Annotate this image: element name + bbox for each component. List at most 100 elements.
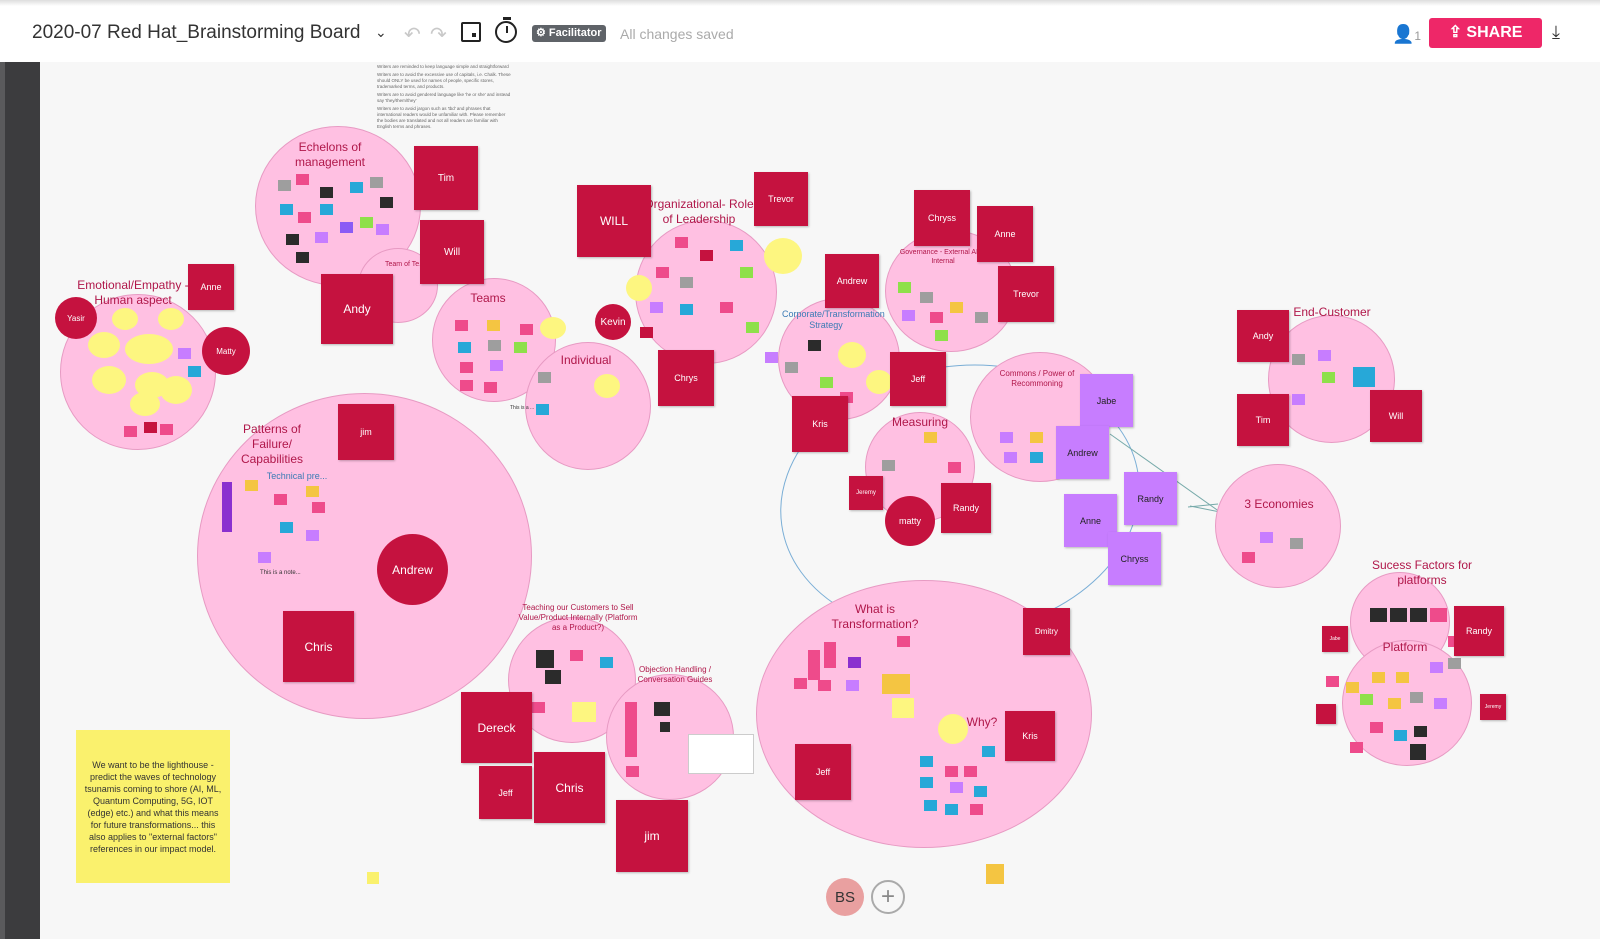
round-note[interactable] bbox=[866, 370, 892, 394]
small-note[interactable] bbox=[902, 310, 915, 321]
small-note[interactable] bbox=[730, 240, 743, 251]
small-note[interactable] bbox=[1390, 608, 1407, 622]
cluster-title-measuring[interactable]: Measuring bbox=[880, 415, 960, 430]
small-note[interactable] bbox=[1370, 608, 1387, 622]
round-note[interactable] bbox=[125, 334, 173, 364]
cluster-title-corporate[interactable]: Corporate/Transformation Strategy bbox=[782, 309, 885, 331]
small-note[interactable] bbox=[746, 322, 759, 333]
tiny-orange-note[interactable] bbox=[986, 864, 1004, 884]
cluster-title-technical[interactable]: Technical pre... bbox=[262, 471, 332, 482]
small-note[interactable] bbox=[930, 312, 943, 323]
small-note[interactable] bbox=[376, 224, 389, 235]
small-note[interactable] bbox=[640, 327, 653, 338]
small-note[interactable] bbox=[320, 204, 333, 215]
small-note[interactable] bbox=[258, 552, 271, 563]
cluster-title-success[interactable]: Sucess Factors for platforms bbox=[1370, 558, 1474, 588]
small-note[interactable] bbox=[278, 180, 291, 191]
board-canvas[interactable]: Writers are reminded to keep language si… bbox=[40, 62, 1600, 939]
small-note[interactable] bbox=[924, 800, 937, 811]
cluster-title-platform[interactable]: Platform bbox=[1380, 640, 1430, 655]
cluster-title-transformation[interactable]: What is Transformation? bbox=[825, 602, 925, 632]
small-note[interactable] bbox=[458, 342, 471, 353]
chevron-down-icon[interactable]: ⌄ bbox=[375, 24, 387, 41]
small-note[interactable] bbox=[945, 804, 958, 815]
small-note[interactable] bbox=[898, 282, 911, 293]
small-note[interactable] bbox=[306, 486, 319, 497]
frame-icon[interactable] bbox=[461, 22, 481, 42]
cluster-title-patterns[interactable]: Patterns of Failure/ Capabilities bbox=[225, 422, 319, 467]
small-note[interactable] bbox=[660, 722, 670, 732]
small-text-note[interactable]: This is a ... bbox=[510, 405, 534, 411]
small-note[interactable] bbox=[846, 680, 859, 691]
sticky-tiny[interactable] bbox=[1316, 704, 1336, 724]
small-note[interactable] bbox=[484, 382, 497, 393]
small-note[interactable] bbox=[532, 702, 545, 713]
small-note[interactable] bbox=[312, 502, 325, 513]
small-note[interactable] bbox=[1292, 354, 1305, 365]
small-note[interactable] bbox=[808, 650, 820, 680]
small-note[interactable] bbox=[794, 678, 807, 689]
small-note[interactable] bbox=[1000, 432, 1013, 443]
small-note[interactable] bbox=[1360, 694, 1373, 705]
dot-andrew[interactable]: Andrew bbox=[377, 534, 448, 605]
small-note[interactable] bbox=[1030, 452, 1043, 463]
small-note[interactable] bbox=[882, 674, 910, 694]
sticky-randy[interactable]: Randy bbox=[1124, 472, 1177, 525]
dot-matty[interactable]: Matty bbox=[202, 327, 250, 375]
small-note[interactable] bbox=[536, 650, 554, 668]
small-note[interactable] bbox=[600, 657, 613, 668]
cluster-title-why[interactable]: Why? bbox=[962, 715, 1002, 730]
cluster-title-objection[interactable]: Objection Handling / Conversation Guides bbox=[630, 665, 720, 685]
round-note[interactable] bbox=[540, 317, 566, 339]
small-note[interactable] bbox=[306, 530, 319, 541]
small-note[interactable] bbox=[970, 804, 983, 815]
small-note[interactable] bbox=[982, 746, 995, 757]
sticky-jeremy[interactable]: Jeremy bbox=[849, 476, 883, 510]
round-note[interactable] bbox=[838, 342, 866, 368]
small-note[interactable] bbox=[920, 292, 933, 303]
small-note[interactable] bbox=[188, 366, 201, 377]
small-note[interactable] bbox=[1396, 672, 1409, 683]
sticky-andy[interactable]: Andy bbox=[321, 274, 393, 344]
sticky-kris-2[interactable]: Kris bbox=[1005, 711, 1055, 761]
small-note[interactable] bbox=[538, 372, 551, 383]
small-note[interactable] bbox=[626, 766, 639, 777]
small-note[interactable] bbox=[1430, 662, 1443, 673]
small-note[interactable] bbox=[680, 277, 693, 288]
small-note[interactable] bbox=[675, 237, 688, 248]
sticky-trevor-2[interactable]: Trevor bbox=[998, 266, 1054, 322]
small-note[interactable] bbox=[765, 352, 778, 363]
round-note[interactable] bbox=[92, 366, 126, 394]
user-count-indicator[interactable]: 👤1 bbox=[1392, 24, 1421, 45]
redo-icon[interactable]: ↷ bbox=[430, 22, 447, 47]
cluster-title-governance[interactable]: Governance - External AND Internal bbox=[898, 248, 988, 266]
small-note[interactable] bbox=[964, 766, 977, 777]
small-note[interactable] bbox=[688, 734, 754, 774]
small-note[interactable] bbox=[1370, 722, 1383, 733]
cluster-title-individual[interactable]: Individual bbox=[555, 353, 617, 368]
cluster-title-commons[interactable]: Commons / Power of Recommoning bbox=[990, 369, 1084, 389]
small-note[interactable] bbox=[720, 302, 733, 313]
small-note[interactable] bbox=[460, 380, 473, 391]
small-note[interactable] bbox=[808, 340, 821, 351]
sticky-jeremy-2[interactable]: Jeremy bbox=[1480, 694, 1506, 720]
small-note[interactable] bbox=[178, 348, 191, 359]
small-note[interactable] bbox=[656, 267, 669, 278]
sticky-jabe-2[interactable]: Jabe bbox=[1322, 626, 1348, 652]
small-note[interactable] bbox=[286, 234, 299, 245]
small-note[interactable] bbox=[974, 786, 987, 797]
small-note[interactable] bbox=[848, 657, 861, 668]
small-note[interactable] bbox=[680, 304, 693, 315]
small-note[interactable] bbox=[1004, 452, 1017, 463]
small-note[interactable] bbox=[144, 422, 157, 433]
avatar[interactable]: BS bbox=[826, 878, 864, 916]
small-note[interactable] bbox=[296, 252, 309, 263]
cluster-title-organizational[interactable]: Organizational- Role of Leadership bbox=[644, 197, 754, 227]
round-note[interactable] bbox=[112, 308, 138, 330]
small-note[interactable] bbox=[460, 362, 473, 373]
cluster-economies[interactable] bbox=[1215, 464, 1341, 588]
small-note[interactable] bbox=[975, 312, 988, 323]
sticky-tim-2[interactable]: Tim bbox=[1237, 394, 1289, 446]
sticky-randy-3[interactable]: Randy bbox=[1454, 606, 1504, 656]
small-note[interactable] bbox=[488, 340, 501, 351]
